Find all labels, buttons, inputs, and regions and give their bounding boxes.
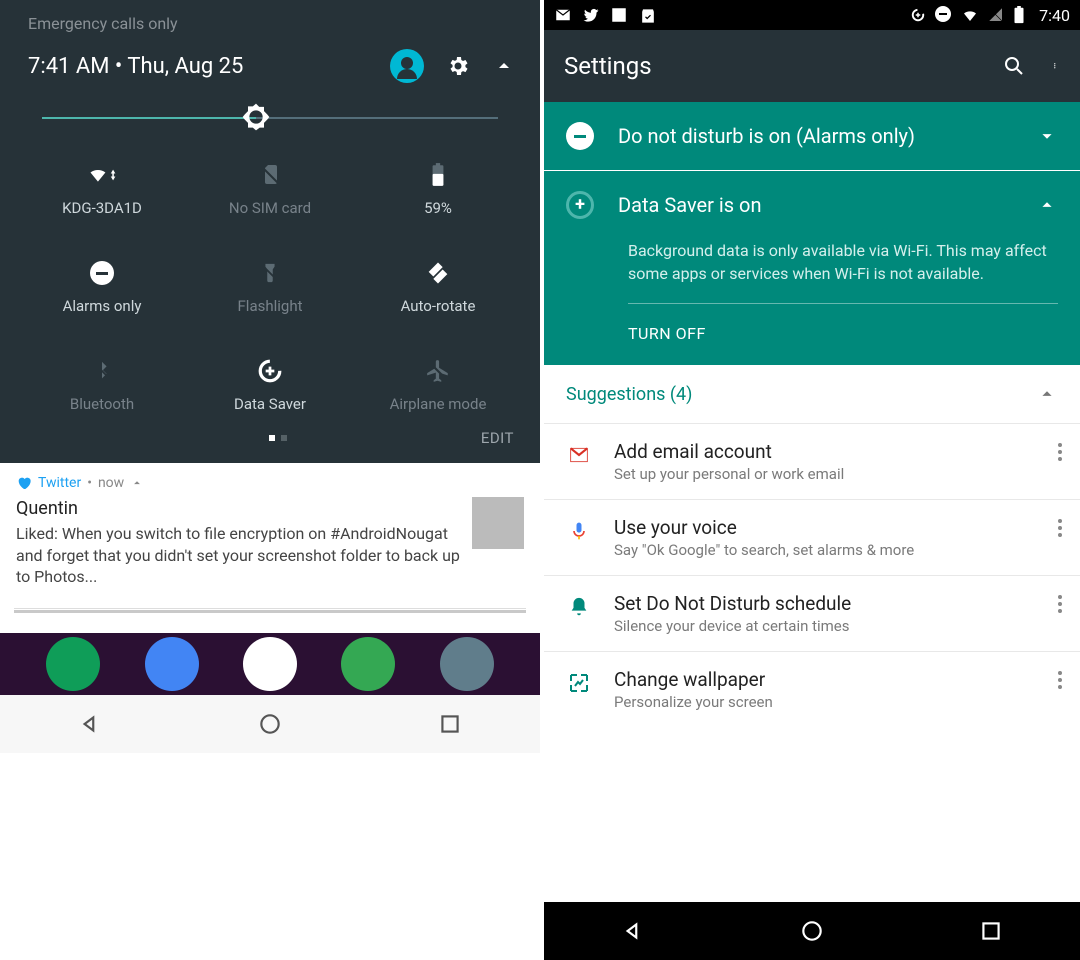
bell-icon bbox=[566, 594, 592, 620]
wallpaper-icon bbox=[566, 670, 592, 696]
back-icon[interactable] bbox=[620, 918, 646, 944]
recents-icon[interactable] bbox=[978, 918, 1004, 944]
wifi-tile[interactable]: KDG-3DA1D bbox=[18, 161, 186, 217]
brightness-slider[interactable] bbox=[18, 91, 522, 125]
back-icon[interactable] bbox=[77, 711, 103, 737]
settings-appbar: Settings bbox=[544, 30, 1080, 102]
signal-status-icon bbox=[987, 6, 1005, 24]
notif-time: now bbox=[98, 475, 124, 491]
datasaver-tile[interactable]: Data Saver bbox=[186, 357, 354, 413]
twitter-icon bbox=[582, 6, 600, 24]
chevron-up-icon[interactable] bbox=[1036, 194, 1058, 216]
gear-icon[interactable] bbox=[446, 54, 470, 78]
flashlight-icon bbox=[256, 259, 284, 287]
phone-quicksettings: Emergency calls only 7:41 AM • Thu, Aug … bbox=[0, 0, 540, 960]
quick-settings-panel: Emergency calls only 7:41 AM • Thu, Aug … bbox=[0, 0, 540, 463]
datasaver-status-icon bbox=[909, 6, 927, 24]
bluetooth-tile[interactable]: Bluetooth bbox=[18, 357, 186, 413]
qs-tiles-grid: KDG-3DA1D No SIM card 59% Alarms only Fl… bbox=[18, 125, 522, 427]
shade-handle[interactable] bbox=[14, 610, 526, 613]
datasaver-icon bbox=[256, 357, 284, 385]
sim-tile[interactable]: No SIM card bbox=[186, 161, 354, 217]
battery-icon bbox=[424, 161, 452, 189]
dnd-banner-title: Do not disturb is on (Alarms only) bbox=[618, 124, 1012, 148]
autorotate-icon bbox=[424, 259, 452, 287]
home-icon[interactable] bbox=[257, 711, 283, 737]
airplane-tile[interactable]: Airplane mode bbox=[354, 357, 522, 413]
nav-bar bbox=[544, 902, 1080, 960]
dnd-banner[interactable]: Do not disturb is on (Alarms only) bbox=[544, 102, 1080, 170]
datasaver-icon: + bbox=[566, 191, 594, 219]
suggestions-header-label: Suggestions (4) bbox=[566, 384, 692, 405]
bluetooth-off-icon bbox=[88, 357, 116, 385]
suggestions-list: Add email accountSet up your personal or… bbox=[544, 423, 1080, 727]
wifi-status-icon bbox=[961, 6, 979, 24]
suggestion-wallpaper[interactable]: Change wallpaperPersonalize your screen bbox=[544, 651, 1080, 727]
emergency-label: Emergency calls only bbox=[28, 14, 522, 33]
playstore-icon bbox=[638, 6, 656, 24]
chevron-up-icon[interactable] bbox=[130, 476, 144, 490]
dnd-icon bbox=[88, 259, 116, 287]
gmail-icon bbox=[554, 6, 572, 24]
datasaver-banner-title: Data Saver is on bbox=[618, 193, 1012, 217]
overflow-icon[interactable] bbox=[1048, 440, 1072, 464]
qs-time-date[interactable]: 7:41 AM • Thu, Aug 25 bbox=[28, 54, 243, 79]
search-icon[interactable] bbox=[1002, 54, 1026, 78]
divider bbox=[14, 608, 526, 609]
suggestions-header[interactable]: Suggestions (4) bbox=[544, 365, 1080, 423]
mic-icon bbox=[566, 518, 592, 544]
twitter-notification[interactable]: Twitter • now Quentin Liked: When you sw… bbox=[0, 463, 540, 598]
notif-thumbnail bbox=[472, 497, 524, 549]
notif-app-name: Twitter bbox=[38, 475, 81, 491]
brightness-icon bbox=[240, 101, 272, 133]
battery-tile[interactable]: 59% bbox=[354, 161, 522, 217]
notif-body-text: Liked: When you switch to file encryptio… bbox=[16, 524, 460, 586]
airplane-off-icon bbox=[424, 357, 452, 385]
chevron-up-icon[interactable] bbox=[1036, 383, 1058, 405]
no-sim-icon bbox=[256, 161, 284, 189]
gmail-icon bbox=[566, 442, 592, 468]
dnd-tile[interactable]: Alarms only bbox=[18, 259, 186, 315]
notif-title: Quentin bbox=[16, 497, 460, 521]
status-bar: 7:40 bbox=[544, 0, 1080, 30]
phone-settings: 7:40 Settings Do not disturb is on (Alar… bbox=[540, 0, 1080, 960]
photos-icon bbox=[610, 6, 628, 24]
heart-icon bbox=[16, 475, 32, 491]
datasaver-desc: Background data is only available via Wi… bbox=[544, 239, 1080, 293]
turn-off-button[interactable]: TURN OFF bbox=[544, 304, 1080, 365]
dnd-icon bbox=[566, 122, 594, 150]
overflow-icon[interactable] bbox=[1048, 592, 1072, 616]
user-avatar-icon[interactable] bbox=[390, 49, 424, 83]
edit-button[interactable]: EDIT bbox=[481, 429, 514, 447]
home-dock-blurred bbox=[0, 633, 540, 695]
status-time: 7:40 bbox=[1039, 6, 1070, 25]
battery-status-icon bbox=[1013, 6, 1031, 24]
dnd-status-icon bbox=[935, 6, 953, 24]
wifi-icon bbox=[88, 161, 116, 189]
suggestion-dnd-schedule[interactable]: Set Do Not Disturb scheduleSilence your … bbox=[544, 575, 1080, 651]
autorotate-tile[interactable]: Auto-rotate bbox=[354, 259, 522, 315]
qs-header: 7:41 AM • Thu, Aug 25 bbox=[18, 49, 522, 91]
overflow-icon[interactable] bbox=[1048, 668, 1072, 692]
chevron-up-icon[interactable] bbox=[492, 54, 516, 78]
page-indicator bbox=[76, 435, 481, 441]
suggestion-add-email[interactable]: Add email accountSet up your personal or… bbox=[544, 423, 1080, 499]
suggestion-voice[interactable]: Use your voiceSay "Ok Google" to search,… bbox=[544, 499, 1080, 575]
home-icon[interactable] bbox=[799, 918, 825, 944]
chevron-down-icon[interactable] bbox=[1036, 125, 1058, 147]
recents-icon[interactable] bbox=[437, 711, 463, 737]
overflow-icon[interactable] bbox=[1048, 516, 1072, 540]
overflow-icon[interactable] bbox=[1054, 55, 1060, 77]
nav-bar bbox=[0, 695, 540, 753]
flashlight-tile[interactable]: Flashlight bbox=[186, 259, 354, 315]
appbar-title: Settings bbox=[564, 52, 652, 80]
datasaver-banner[interactable]: + Data Saver is on Background data is on… bbox=[544, 171, 1080, 365]
